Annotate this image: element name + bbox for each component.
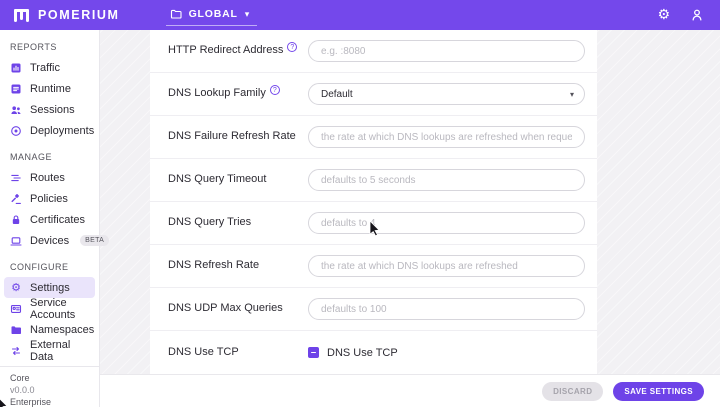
field-label: DNS Refresh Rate — [168, 259, 260, 272]
form-row-dns-refresh-rate: DNS Refresh Rate — [150, 245, 597, 288]
traffic-icon — [10, 62, 22, 74]
sidebar-item-service-accounts[interactable]: Service Accounts — [0, 296, 99, 321]
sidebar-item-settings[interactable]: ⚙ Settings — [4, 277, 95, 298]
sidebar-item-label: Settings — [30, 281, 70, 294]
pomerium-logo: POMERIUM — [14, 8, 120, 23]
field-label: DNS Lookup Family — [168, 87, 266, 100]
sidebar-item-deployments[interactable]: Deployments — [0, 120, 99, 141]
devices-icon — [10, 235, 22, 247]
field-label: DNS Use TCP — [168, 345, 239, 358]
sidebar-item-label: Runtime — [30, 82, 71, 95]
sidebar-item-label: Certificates — [30, 213, 86, 226]
namespace-selector[interactable]: GLOBAL ▾ — [165, 8, 257, 26]
routes-icon — [10, 172, 22, 184]
beta-badge: BETA — [80, 235, 110, 246]
chevron-down-icon: ▾ — [569, 89, 574, 99]
save-settings-button[interactable]: SAVE SETTINGS — [613, 381, 704, 401]
namespace-label: GLOBAL — [188, 8, 238, 20]
dns-lookup-family-select[interactable]: Default ▾ — [308, 83, 585, 105]
form-row-dns-failure-refresh-rate: DNS Failure Refresh Rate — [150, 116, 597, 159]
help-icon[interactable]: ? — [287, 42, 298, 53]
dns-query-tries-input[interactable] — [308, 212, 585, 234]
dns-refresh-rate-input[interactable] — [308, 255, 585, 277]
pomerium-console-window: POMERIUM GLOBAL ▾ ⚙ REPORTS Traffic Runt… — [0, 0, 720, 407]
field-label: DNS Query Timeout — [168, 173, 267, 186]
dns-use-tcp-checkbox-label: DNS Use TCP — [327, 346, 398, 359]
namespaces-icon — [10, 324, 22, 336]
sidebar-item-label: Deployments — [30, 124, 95, 137]
dns-udp-max-queries-input[interactable] — [308, 298, 585, 320]
certificates-icon — [10, 214, 22, 226]
sidebar-item-label: External Data — [30, 338, 71, 363]
page-body: REPORTS Traffic Runtime Sessions Deploym… — [0, 30, 720, 407]
primary-sidebar: REPORTS Traffic Runtime Sessions Deploym… — [0, 30, 110, 407]
form-row-dns-udp-max-queries: DNS UDP Max Queries — [150, 288, 597, 331]
folder-icon — [170, 9, 182, 19]
product-secondary: Enterprise — [10, 397, 52, 407]
runtime-icon — [10, 83, 22, 95]
sidebar-item-routes[interactable]: Routes — [0, 167, 99, 188]
section-header-reports: REPORTS — [10, 42, 57, 52]
form-row-dns-query-tries: DNS Query Tries — [150, 202, 597, 245]
version-footer: Core v0.0.0 Enterprise — [0, 366, 99, 407]
sidebar-item-label: Policies — [30, 192, 68, 205]
discard-button[interactable]: DISCARD — [542, 381, 604, 401]
dns-use-tcp-checkbox[interactable] — [308, 347, 319, 358]
form-row-dns-query-timeout: DNS Query Timeout — [150, 159, 597, 202]
sessions-icon — [10, 104, 22, 116]
form-row-dns-lookup-family: DNS Lookup Family ? Default ▾ — [150, 73, 597, 116]
settings-form-card: HTTP Redirect Address ? DNS Lookup Famil… — [150, 30, 597, 374]
field-label: DNS Failure Refresh Rate — [168, 130, 296, 143]
sidebar-item-label: Traffic — [30, 61, 60, 74]
brand-name: POMERIUM — [38, 8, 120, 22]
product-name: Core — [10, 373, 30, 383]
chevron-down-icon: ▾ — [244, 8, 250, 19]
sidebar-item-external-data[interactable]: External Data — [0, 338, 99, 363]
sidebar-item-traffic[interactable]: Traffic — [0, 57, 99, 78]
field-label: DNS UDP Max Queries — [168, 302, 283, 315]
section-header-manage: MANAGE — [10, 152, 53, 162]
user-account-icon[interactable] — [690, 8, 704, 22]
sidebar-item-certificates[interactable]: Certificates — [0, 209, 99, 230]
form-row-http-redirect-address: HTTP Redirect Address ? — [150, 30, 597, 73]
sidebar-item-namespaces[interactable]: Namespaces — [0, 319, 99, 340]
settings-gear-icon: ⚙ — [11, 280, 21, 294]
policies-icon — [10, 193, 22, 205]
field-label: DNS Query Tries — [168, 216, 252, 229]
field-label: HTTP Redirect Address — [168, 44, 284, 57]
sidebar-item-label: Namespaces — [30, 323, 95, 336]
dns-query-timeout-input[interactable] — [308, 169, 585, 191]
section-header-configure: CONFIGURE — [10, 262, 69, 272]
top-app-bar: POMERIUM GLOBAL ▾ ⚙ — [0, 0, 720, 30]
sidebar-item-label: Routes — [30, 171, 65, 184]
sidebar-item-label: Sessions — [30, 103, 75, 116]
settings-gear-icon[interactable]: ⚙ — [657, 8, 670, 22]
pomerium-logo-icon — [14, 8, 29, 22]
form-row-dns-use-tcp: DNS Use TCP DNS Use TCP — [150, 331, 597, 374]
sidebar-item-label: Service Accounts — [30, 296, 76, 321]
dns-failure-refresh-rate-input[interactable] — [308, 126, 585, 148]
help-icon[interactable]: ? — [269, 85, 280, 96]
deployments-icon — [10, 125, 22, 137]
sidebar-item-policies[interactable]: Policies — [0, 188, 99, 209]
select-value: Default — [321, 88, 353, 100]
sidebar-item-label: Devices — [30, 234, 70, 247]
http-redirect-address-input[interactable] — [308, 40, 585, 62]
service-accounts-icon — [10, 303, 22, 315]
sidebar-item-sessions[interactable]: Sessions — [0, 99, 99, 120]
sidebar-item-devices[interactable]: Devices BETA — [0, 230, 110, 251]
external-data-icon — [10, 345, 22, 357]
sidebar-item-runtime[interactable]: Runtime — [0, 78, 99, 99]
product-version: v0.0.0 — [10, 385, 35, 395]
action-bar: DISCARD SAVE SETTINGS — [100, 374, 720, 407]
